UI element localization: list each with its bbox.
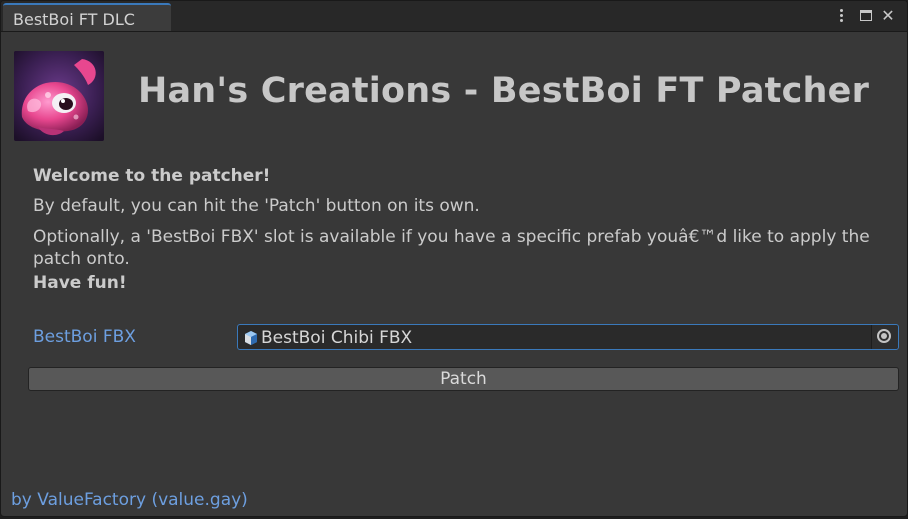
object-picker-icon[interactable] <box>871 325 898 349</box>
window-tab-label: BestBoi FT DLC <box>13 10 135 29</box>
editor-window: BestBoi FT DLC ✕ Han's Creations - BestB… <box>0 0 908 517</box>
welcome-message: Welcome to the patcher! <box>33 166 271 186</box>
maximize-icon[interactable] <box>857 7 875 25</box>
bestboi-fbx-value: BestBoi Chibi FBX <box>261 328 413 348</box>
prefab-cube-icon <box>245 331 257 345</box>
bestboi-avatar-logo <box>14 51 104 141</box>
bestboi-fbx-object-field[interactable]: BestBoi Chibi FBX <box>237 324 899 350</box>
window-tab[interactable]: BestBoi FT DLC <box>3 3 171 31</box>
credit-link[interactable]: by ValueFactory (value.gay) <box>11 490 248 510</box>
have-fun-text: Have fun! <box>33 273 127 293</box>
kebab-menu-icon[interactable] <box>832 7 850 25</box>
close-icon[interactable]: ✕ <box>879 7 897 25</box>
bestboi-avatar-image <box>14 51 104 141</box>
optional-hint-text: Optionally, a 'BestBoi FBX' slot is avai… <box>33 227 870 269</box>
default-hint-text: By default, you can hit the 'Patch' butt… <box>33 196 480 216</box>
bestboi-fbx-label: BestBoi FBX <box>33 327 136 347</box>
window-titlebar: BestBoi FT DLC ✕ <box>1 1 907 32</box>
page-title: Han's Creations - BestBoi FT Patcher <box>138 71 870 111</box>
patch-button[interactable]: Patch <box>28 367 899 391</box>
